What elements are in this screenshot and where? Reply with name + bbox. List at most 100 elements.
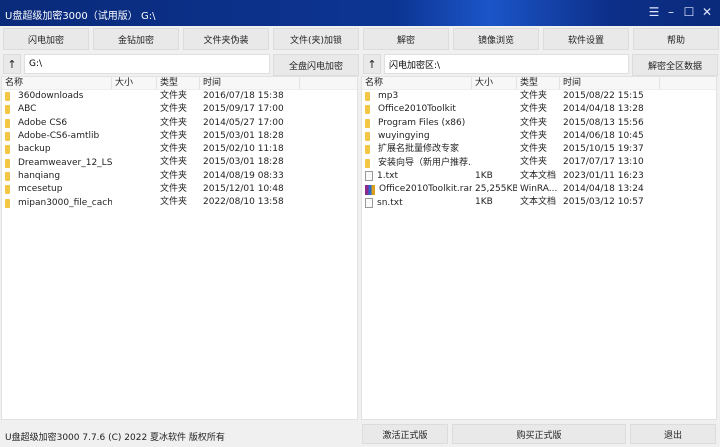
right-path-input[interactable] [384,54,629,74]
buy-button[interactable]: 购买正式版 [452,424,626,444]
file-name: 360downloads [18,91,84,102]
file-time: 2015/08/22 15:15 [563,91,644,101]
file-time: 2022/08/10 13:58 [203,197,284,208]
file-row[interactable]: 扩展名批量修改专家 文件夹 2015/10/15 19:37 [362,143,716,156]
minimize-icon[interactable]: – [663,5,679,19]
file-row[interactable]: backup 文件夹 2015/02/10 11:18 [2,143,357,156]
file-time: 2014/06/18 10:45 [563,130,644,141]
folder-icon [5,92,10,102]
file-row[interactable]: mp3 文件夹 2015/08/22 15:15 [362,90,716,103]
file-row[interactable]: sn.txt 1KB 文本文档 2015/03/12 10:57 [362,196,716,209]
file-size [472,130,517,143]
file-type: WinRA... [520,184,558,195]
column-time[interactable]: 时间 [560,77,660,89]
left-file-list[interactable]: 名称 大小 类型 时间 360downloads 文件夹 2016/07/18 15… [1,76,358,420]
file-lock-button[interactable]: 文件(夹)加锁 [273,28,359,50]
file-name-cell: 安装向导（新用户推荐... [362,156,472,169]
diamond-encrypt-button[interactable]: 金钻加密 [93,28,179,50]
file-size [112,90,157,103]
file-row[interactable]: Adobe-CS6-amtlib 文件夹 2015/03/01 18:28 [2,130,357,143]
file-name-cell: 1.txt [362,170,472,183]
file-time: 2023/01/11 16:23 [563,170,644,181]
rar-icon [365,184,375,195]
column-name[interactable]: 名称 [362,77,472,89]
file-time: 2014/04/18 13:24 [563,184,644,195]
title-bar: U盘超级加密3000（试用版） G:\ ☰ – ☐ ✕ [0,0,720,26]
folder-icon [5,118,10,128]
file-size: 1KB [475,170,493,181]
up-arrow-icon[interactable]: ↑ [3,54,21,74]
folder-icon [5,171,10,181]
folder-icon [365,92,370,102]
file-type: 文件夹 [160,197,188,208]
folder-icon [5,198,10,208]
file-row[interactable]: Adobe CS6 文件夹 2014/05/27 17:00 [2,117,357,130]
menu-icon[interactable]: ☰ [646,5,662,19]
status-text: U盘超级加密3000 7.7.6 (C) 2022 夏冰软件 版权所有 [5,433,225,443]
file-time: 2014/04/18 13:28 [563,104,644,115]
file-row[interactable]: ABC 文件夹 2015/09/17 17:00 [2,103,357,116]
column-size[interactable]: 大小 [472,77,517,89]
file-size [112,170,157,183]
folder-icon [5,105,10,115]
file-row[interactable]: mcesetup 文件夹 2015/12/01 10:48 [2,183,357,196]
up-arrow-icon[interactable]: ↑ [363,54,381,74]
file-row[interactable]: hanqiang 文件夹 2014/08/19 08:33 [2,170,357,183]
file-row[interactable]: mipan3000_file_cache 文件夹 2022/08/10 13:58 [2,196,357,209]
file-name-cell: 360downloads [2,90,112,103]
folder-icon [365,145,370,155]
left-path-row: ↑ 全盘闪电加密 [3,54,359,76]
decrypt-button[interactable]: 解密 [363,28,449,50]
help-button[interactable]: 帮助 [633,28,719,50]
file-row[interactable]: 1.txt 1KB 文本文档 2023/01/11 16:23 [362,170,716,183]
decrypt-all-button[interactable]: 解密全区数据 [632,54,718,76]
left-path-input[interactable] [24,54,270,74]
file-row[interactable]: wuyingying 文件夹 2014/06/18 10:45 [362,130,716,143]
right-file-list[interactable]: 名称 大小 类型 时间 mp3 文件夹 2015/08/22 15:15 Office… [361,76,717,420]
file-row[interactable]: 360downloads 文件夹 2016/07/18 15:38 [2,90,357,103]
folder-icon [365,118,370,128]
column-type[interactable]: 类型 [157,77,200,89]
file-name-cell: Office2010Toolkit.rar [362,183,472,196]
file-name: mipan3000_file_cache [18,197,112,208]
file-size [112,103,157,116]
file-name-cell: mipan3000_file_cache [2,196,112,209]
file-name: backup [18,144,51,155]
file-name: sn.txt [377,197,403,208]
file-name-cell: Dreamweaver_12_LS3 [2,156,112,169]
close-icon[interactable]: ✕ [699,5,715,19]
flash-encrypt-button[interactable]: 闪电加密 [3,28,89,50]
file-name: ABC [18,104,37,115]
column-name[interactable]: 名称 [2,77,112,89]
column-time[interactable]: 时间 [200,77,300,89]
file-name: Adobe CS6 [18,117,68,128]
activate-button[interactable]: 激活正式版 [362,424,448,444]
file-name: Adobe-CS6-amtlib [18,131,100,142]
mirror-browse-button[interactable]: 镜像浏览 [453,28,539,50]
maximize-icon[interactable]: ☐ [681,5,697,19]
footer: U盘超级加密3000 7.7.6 (C) 2022 夏冰软件 版权所有 激活正式… [0,424,720,446]
file-name-cell: ABC [2,103,112,116]
file-type: 文件夹 [160,117,188,128]
file-row[interactable]: 安装向导（新用户推荐... 文件夹 2017/07/17 13:10 [362,156,716,169]
file-row[interactable]: Dreamweaver_12_LS3 文件夹 2015/03/01 18:28 [2,156,357,169]
folder-icon [5,158,10,168]
folder-disguise-button[interactable]: 文件夹伪装 [183,28,269,50]
file-row[interactable]: Office2010Toolkit.rar 25,255KB WinRA... 201… [362,183,716,196]
file-type: 文件夹 [520,157,548,168]
file-name-cell: Adobe CS6 [2,117,112,130]
column-size[interactable]: 大小 [112,77,157,89]
file-type: 文件夹 [160,130,188,141]
settings-button[interactable]: 软件设置 [543,28,629,50]
file-row[interactable]: Office2010Toolkit 文件夹 2014/04/18 13:28 [362,103,716,116]
file-row[interactable]: Program Files (x86) 文件夹 2015/08/13 15:56 [362,117,716,130]
file-type: 文件夹 [520,104,548,115]
file-name-cell: Adobe-CS6-amtlib [2,130,112,143]
file-size [112,183,157,196]
file-time: 2015/12/01 10:48 [203,184,284,195]
file-time: 2017/07/17 13:10 [563,157,644,168]
exit-button[interactable]: 退出 [630,424,716,444]
encrypt-whole-disk-button[interactable]: 全盘闪电加密 [273,54,359,76]
column-type[interactable]: 类型 [517,77,560,89]
list-header: 名称 大小 类型 时间 [2,77,357,90]
